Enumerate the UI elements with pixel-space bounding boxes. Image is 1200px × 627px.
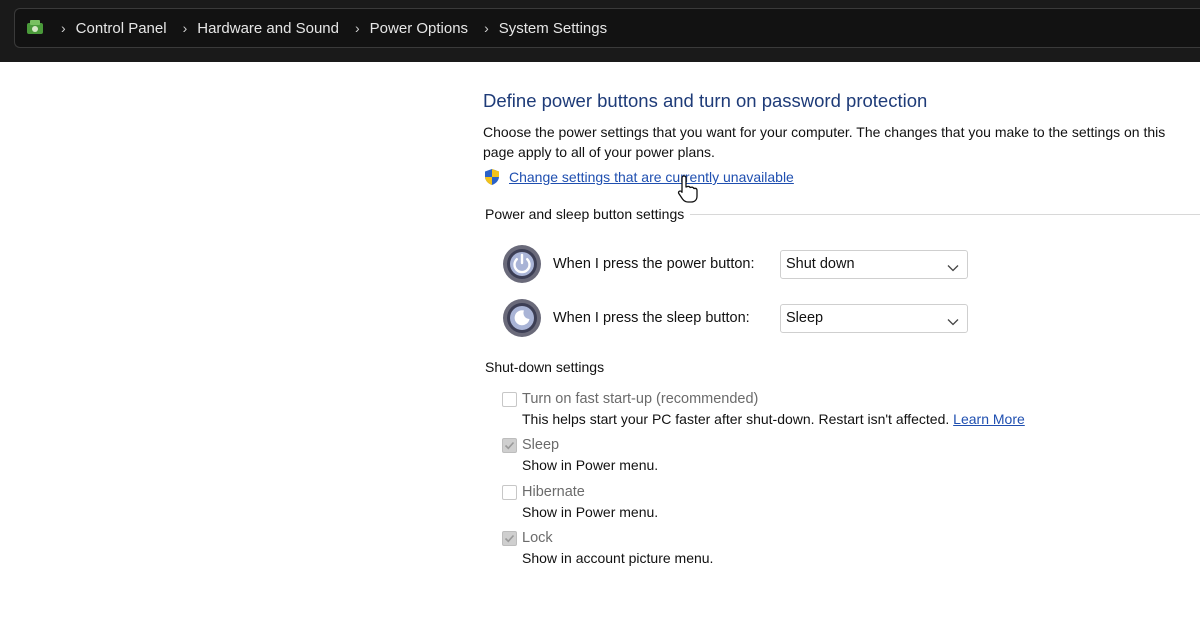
sleep-checkbox[interactable] <box>502 437 517 453</box>
power-button-label: When I press the power button: <box>553 256 755 272</box>
checkmark-icon <box>504 441 515 449</box>
fast-startup-description: This helps start your PC faster after sh… <box>522 411 1025 427</box>
breadcrumb-item-system-settings[interactable]: › System Settings <box>484 20 623 37</box>
chevron-right-icon: › <box>355 20 360 36</box>
chevron-down-icon <box>947 314 959 326</box>
address-bar[interactable]: › Control Panel › Hardware and Sound › Powe… <box>14 8 1200 48</box>
lock-option: Lock Show in account picture menu. <box>502 528 713 568</box>
chevron-right-icon: › <box>61 20 66 36</box>
chevron-right-icon: › <box>484 20 489 36</box>
lock-option-label: Lock <box>522 530 553 546</box>
learn-more-link[interactable]: Learn More <box>953 411 1025 427</box>
chevron-right-icon: › <box>182 20 188 36</box>
sleep-button-row: When I press the sleep button: Sleep <box>502 298 968 338</box>
uac-shield-icon <box>483 168 501 186</box>
hibernate-option: Hibernate Show in Power menu. <box>502 482 658 522</box>
power-button-action-select[interactable]: Shut down <box>780 249 968 279</box>
change-settings-link-row[interactable]: Change settings that are currently unava… <box>483 168 794 186</box>
sleep-option: Sleep Show in Power menu. <box>502 435 658 475</box>
change-settings-link[interactable]: Change settings that are currently unava… <box>509 169 794 185</box>
lock-option-description: Show in account picture menu. <box>522 550 714 566</box>
sleep-icon <box>502 298 542 338</box>
breadcrumb-item-power-options[interactable]: › Power Options <box>355 20 484 37</box>
shutdown-section-heading: Shut-down settings <box>485 359 605 375</box>
checkmark-icon <box>504 534 515 542</box>
breadcrumb-item-control-panel[interactable]: › Control Panel <box>61 20 183 37</box>
chevron-down-icon <box>947 260 959 272</box>
breadcrumb-item-hardware-and-sound[interactable]: › Hardware and Sound <box>183 20 355 37</box>
page-description: Choose the power settings that you want … <box>483 124 1166 160</box>
section-divider <box>690 213 1200 215</box>
control-panel-icon[interactable] <box>23 16 47 40</box>
sleep-button-action-select[interactable]: Sleep <box>780 303 968 333</box>
hibernate-checkbox[interactable] <box>502 484 517 500</box>
hibernate-option-label: Hibernate <box>522 484 585 500</box>
power-button-row: When I press the power button: Shut down <box>502 244 968 284</box>
sleep-button-label: When I press the sleep button: <box>553 310 750 326</box>
sleep-option-description: Show in Power menu. <box>522 457 659 473</box>
sleep-option-label: Sleep <box>522 437 560 453</box>
fast-startup-option: Turn on fast start-up (recommended) This… <box>502 389 1025 429</box>
hibernate-option-description: Show in Power menu. <box>522 504 659 520</box>
title-bar: › Control Panel › Hardware and Sound › Powe… <box>0 0 1200 62</box>
power-sleep-section-heading: Power and sleep button settings <box>485 206 1200 222</box>
power-icon <box>502 244 542 284</box>
lock-checkbox[interactable] <box>502 530 517 546</box>
page-title: Define power buttons and turn on passwor… <box>483 90 928 111</box>
hand-pointer-icon <box>676 174 702 204</box>
fast-startup-checkbox[interactable] <box>502 391 517 407</box>
fast-startup-label: Turn on fast start-up (recommended) <box>522 391 759 407</box>
